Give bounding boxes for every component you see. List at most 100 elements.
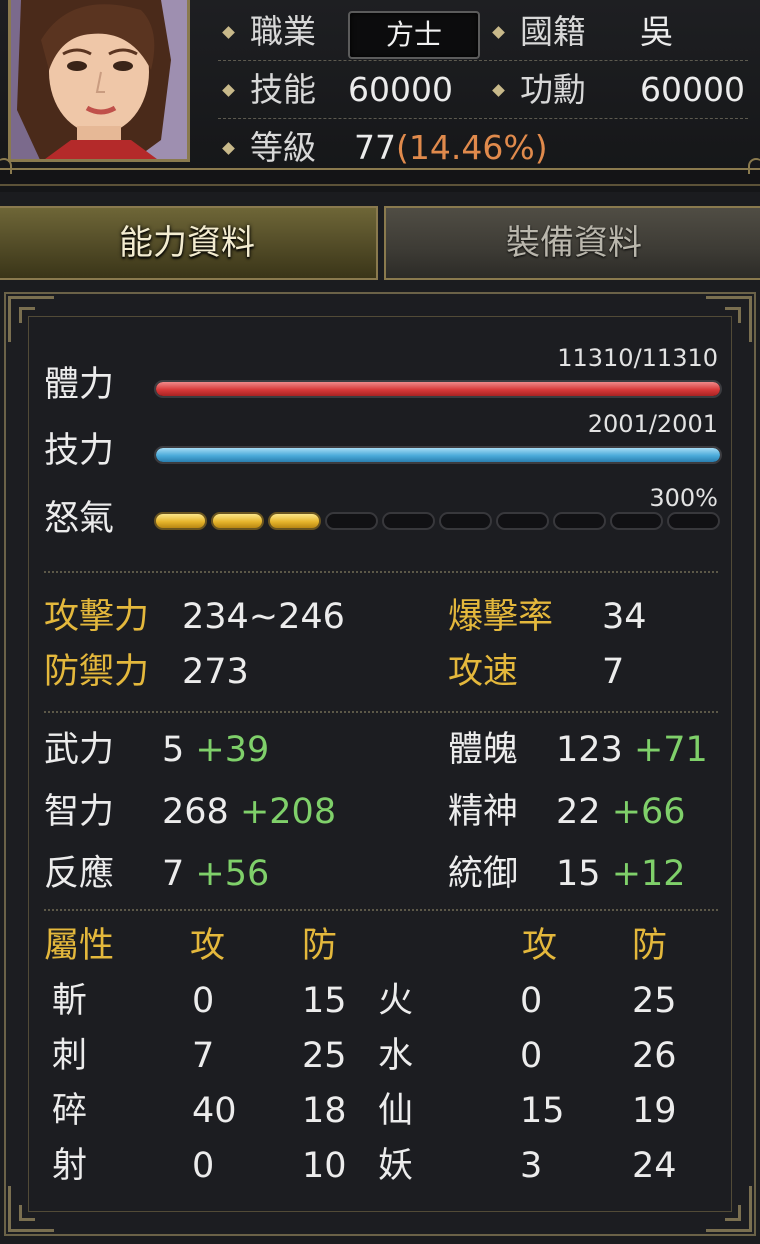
tab-equipment-data[interactable]: 裝備資料 xyxy=(384,206,760,280)
speed-value: 7 xyxy=(602,652,625,692)
merit-label: 功勳 xyxy=(520,70,586,109)
skill-label: 技能 xyxy=(250,70,316,109)
element-atk-value: 0 xyxy=(520,981,543,1021)
mp-value: 2001/2001 xyxy=(587,410,718,438)
job-value-box: 方士 xyxy=(348,11,480,59)
rage-segment-filled xyxy=(211,512,264,530)
section-divider xyxy=(44,711,718,713)
element-name: 火 xyxy=(378,981,414,1021)
element-def-value: 25 xyxy=(302,1036,347,1076)
attr-base: 123 xyxy=(556,730,623,770)
element-def-value: 24 xyxy=(632,1146,677,1186)
attr-value: 15 +12 xyxy=(556,852,686,896)
tab-bar: 能力資料 裝備資料 xyxy=(0,206,760,282)
rage-segment-empty xyxy=(667,512,720,530)
element-atk-value: 0 xyxy=(192,981,215,1021)
attr-base: 22 xyxy=(556,792,601,832)
attr-base: 15 xyxy=(556,854,601,894)
speed-label: 攻速 xyxy=(448,652,519,692)
element-table-title: 屬性 xyxy=(44,926,115,966)
attr-bonus: +208 xyxy=(239,792,337,832)
attr-bonus: +66 xyxy=(611,792,686,832)
job-nation-row: 職業 方士 國籍 吳 xyxy=(218,4,748,61)
attr-value: 5 +39 xyxy=(162,728,269,772)
attr-bonus: +12 xyxy=(611,854,686,894)
attr-bonus: +39 xyxy=(195,730,270,770)
element-def-value: 25 xyxy=(632,981,677,1021)
diamond-bullet-icon xyxy=(492,84,505,97)
section-divider xyxy=(44,571,718,573)
merit-value: 60000 xyxy=(640,70,745,109)
crit-value: 34 xyxy=(602,597,647,637)
attr-value: 268 +208 xyxy=(162,790,336,834)
attr-label: 武力 xyxy=(44,730,115,770)
diamond-bullet-icon xyxy=(222,142,235,155)
element-def-header: 防 xyxy=(632,926,668,966)
attr-value: 123 +71 xyxy=(556,728,708,772)
element-def-value: 18 xyxy=(302,1091,347,1131)
attr-label: 反應 xyxy=(44,854,115,894)
hp-bar-fill xyxy=(156,382,720,396)
element-atk-value: 0 xyxy=(192,1146,215,1186)
level-value: 77 xyxy=(354,128,396,167)
ornament-corner-icon xyxy=(8,1186,54,1232)
element-def-header: 防 xyxy=(302,926,338,966)
attr-base: 268 xyxy=(162,792,229,832)
ornament-corner-icon xyxy=(8,296,54,342)
job-label: 職業 xyxy=(250,12,316,51)
tab-ability-data[interactable]: 能力資料 xyxy=(0,206,378,280)
character-portrait-image xyxy=(11,0,187,159)
mp-bar-fill xyxy=(156,448,720,462)
element-def-value: 19 xyxy=(632,1091,677,1131)
attr-value: 22 +66 xyxy=(556,790,686,834)
element-name: 碎 xyxy=(52,1091,88,1131)
element-def-value: 26 xyxy=(632,1036,677,1076)
attr-base: 7 xyxy=(162,854,185,894)
attr-bonus: +71 xyxy=(633,730,708,770)
element-name: 妖 xyxy=(378,1146,414,1186)
nation-label: 國籍 xyxy=(520,12,586,51)
rage-segment-filled xyxy=(268,512,321,530)
hp-label: 體力 xyxy=(44,365,115,405)
skill-value: 60000 xyxy=(348,70,453,109)
crit-label: 爆擊率 xyxy=(448,597,554,637)
rage-segment-empty xyxy=(610,512,663,530)
rage-segment-empty xyxy=(496,512,549,530)
element-name: 水 xyxy=(378,1036,414,1076)
element-atk-value: 40 xyxy=(192,1091,237,1131)
attr-value: 7 +56 xyxy=(162,852,269,896)
rage-segment-empty xyxy=(553,512,606,530)
element-atk-value: 3 xyxy=(520,1146,543,1186)
header-divider xyxy=(0,158,760,186)
attr-base: 5 xyxy=(162,730,185,770)
level-percent: (14.46%) xyxy=(396,128,548,167)
ornament-corner-icon xyxy=(706,296,752,342)
rage-bar xyxy=(154,512,724,532)
mp-bar xyxy=(154,446,722,464)
hp-bar xyxy=(154,380,722,398)
hp-value: 11310/11310 xyxy=(557,344,718,372)
element-name: 斬 xyxy=(52,981,88,1021)
character-header: 職業 方士 國籍 吳 技能 60000 功勳 60000 等級 77(14.46… xyxy=(0,0,760,192)
defense-label: 防禦力 xyxy=(44,652,150,692)
rage-segment-empty xyxy=(382,512,435,530)
rage-label: 怒氣 xyxy=(44,499,115,539)
element-name: 刺 xyxy=(52,1036,88,1076)
attr-label: 精神 xyxy=(448,792,519,832)
diamond-bullet-icon xyxy=(492,26,505,39)
attack-label: 攻擊力 xyxy=(44,597,150,637)
character-portrait xyxy=(8,0,190,162)
rage-segment-filled xyxy=(154,512,207,530)
element-atk-value: 0 xyxy=(520,1036,543,1076)
rage-segment-empty xyxy=(439,512,492,530)
element-def-value: 10 xyxy=(302,1146,347,1186)
element-name: 仙 xyxy=(378,1091,414,1131)
section-divider xyxy=(44,909,718,911)
ornament-corner-icon xyxy=(706,1186,752,1232)
ability-panel: 體力 11310/11310 技力 2001/2001 怒氣 300% 攻擊力 … xyxy=(4,292,756,1236)
element-atk-header: 攻 xyxy=(190,926,226,966)
rage-segment-empty xyxy=(325,512,378,530)
element-atk-value: 7 xyxy=(192,1036,215,1076)
nation-value: 吳 xyxy=(640,12,673,51)
attr-bonus: +56 xyxy=(195,854,270,894)
